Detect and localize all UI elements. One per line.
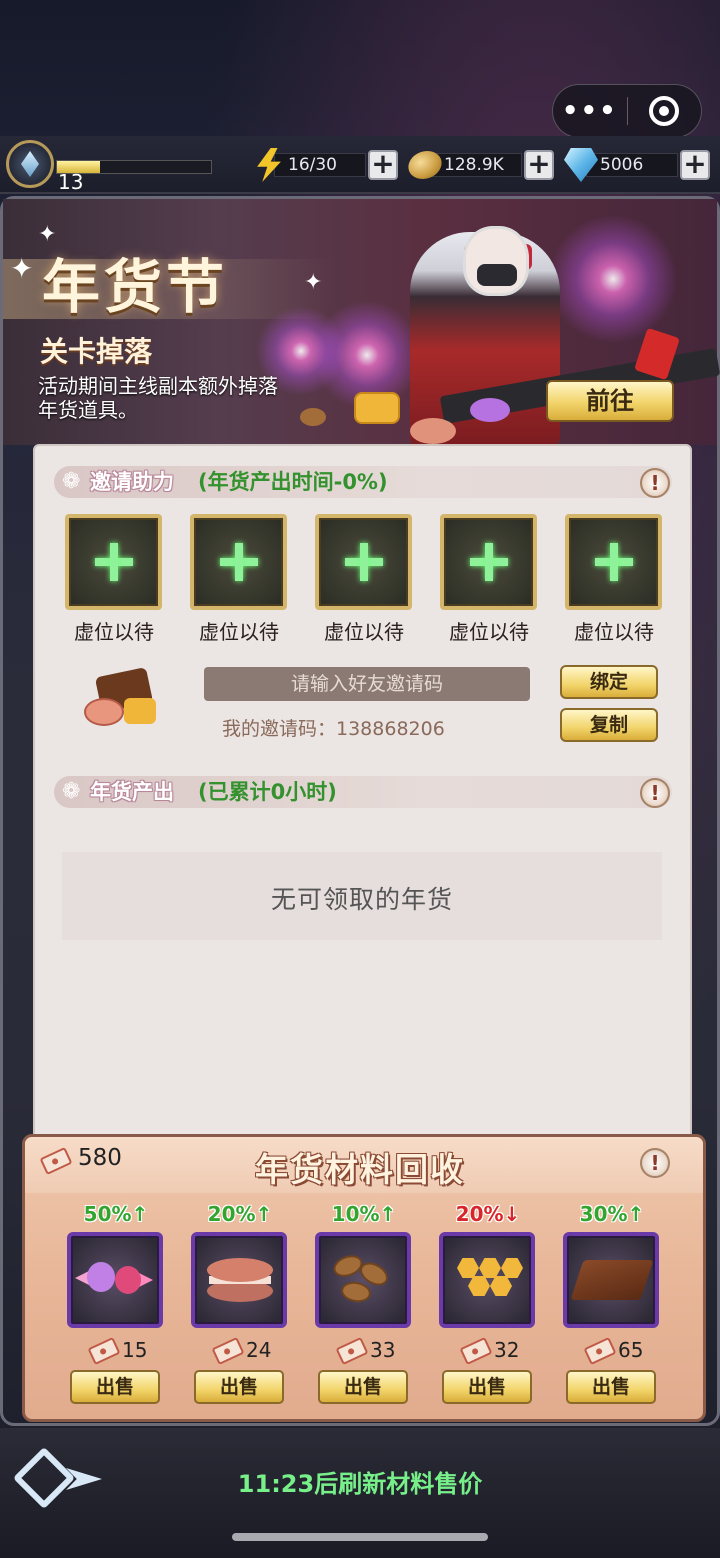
sell-button[interactable]: 出售 (442, 1370, 532, 1404)
candy-icon (470, 398, 510, 422)
invite-slot-label: 虚位以待 (74, 620, 154, 644)
target-icon[interactable] (628, 96, 702, 126)
honeycomb-icon (354, 392, 400, 424)
my-invite-code: 我的邀请码：138868206 (222, 718, 445, 740)
coin-value: 128.9K (444, 155, 504, 175)
invite-slot-label: 虚位以待 (324, 620, 404, 644)
item-chocolate[interactable] (563, 1232, 659, 1328)
more-dots-icon[interactable]: ••• (553, 96, 627, 126)
flower-icon: ❁ (62, 779, 81, 804)
invite-code-input[interactable] (204, 667, 530, 701)
player-level: 13 (58, 170, 84, 194)
flower-icon: ❁ (62, 469, 81, 494)
item-nuts[interactable] (315, 1232, 411, 1328)
item-price: 32 (494, 1338, 520, 1362)
macaron-icon (410, 418, 456, 444)
recycle-info-button[interactable]: ! (640, 1148, 670, 1178)
price-change: 20%↑ (207, 1202, 273, 1226)
goto-button[interactable]: 前往 (546, 380, 674, 422)
new-year-goods-icon (80, 666, 160, 732)
event-description: 活动期间主线副本额外掉落年货道具。 (38, 374, 278, 422)
price-change: 10%↑ (331, 1202, 397, 1226)
energy-value: 16/30 (288, 155, 337, 175)
invite-header-title: 邀请助力 (90, 470, 174, 494)
item-price: 24 (246, 1338, 272, 1362)
invite-slot[interactable] (565, 514, 662, 610)
invite-slot[interactable] (190, 514, 287, 610)
sparkle-icon: ✦ (304, 270, 323, 295)
invite-slot-label: 虚位以待 (199, 620, 279, 644)
invite-slot-label: 虚位以待 (574, 620, 654, 644)
copy-button[interactable]: 复制 (560, 708, 658, 742)
price-change: 20%↓ (455, 1202, 521, 1226)
item-price: 65 (618, 1338, 644, 1362)
refresh-countdown: 11:23后刷新材料售价 (237, 1470, 483, 1498)
nut-icon (300, 408, 326, 426)
firework-decoration (548, 214, 678, 344)
item-price: 15 (122, 1338, 148, 1362)
invite-slot[interactable] (65, 514, 162, 610)
sell-button[interactable]: 出售 (318, 1370, 408, 1404)
invite-header-note: (年货产出时间-0%) (198, 470, 388, 494)
item-honeycomb[interactable] (439, 1232, 535, 1328)
mini-program-capsule: ••• (552, 84, 702, 138)
price-change: 50%↑ (83, 1202, 149, 1226)
sell-button[interactable]: 出售 (70, 1370, 160, 1404)
output-header-title: 年货产出 (90, 780, 174, 804)
sell-button[interactable]: 出售 (566, 1370, 656, 1404)
bind-button[interactable]: 绑定 (560, 665, 658, 699)
event-title: 年货节 (42, 253, 229, 321)
invite-slot[interactable] (315, 514, 412, 610)
add-gems-button[interactable]: + (680, 150, 710, 180)
level-badge-icon[interactable] (6, 140, 54, 188)
gem-value: 5006 (600, 155, 644, 175)
add-coins-button[interactable]: + (524, 150, 554, 180)
event-subtitle: 关卡掉落 (40, 335, 153, 368)
invite-section-header: ❁ 邀请助力 (年货产出时间-0%) ! (54, 466, 672, 498)
add-energy-button[interactable]: + (368, 150, 398, 180)
output-header-note: (已累计0小时) (198, 780, 337, 804)
item-price: 33 (370, 1338, 396, 1362)
sparkle-icon: ✦ (10, 252, 34, 285)
recycle-title: 年货材料回收 (255, 1150, 465, 1189)
invite-info-button[interactable]: ! (640, 468, 670, 498)
sell-button[interactable]: 出售 (194, 1370, 284, 1404)
home-indicator[interactable] (232, 1533, 488, 1541)
invite-slot-label: 虚位以待 (449, 620, 529, 644)
item-candy[interactable] (67, 1232, 163, 1328)
output-section-header: ❁ 年货产出 (已累计0小时) ! (54, 776, 672, 808)
invite-slot[interactable] (440, 514, 537, 610)
output-info-button[interactable]: ! (640, 778, 670, 808)
price-change: 30%↑ (579, 1202, 645, 1226)
empty-output-text: 无可领取的年货 (270, 885, 453, 914)
item-macaron[interactable] (191, 1232, 287, 1328)
character-mask (477, 264, 517, 286)
